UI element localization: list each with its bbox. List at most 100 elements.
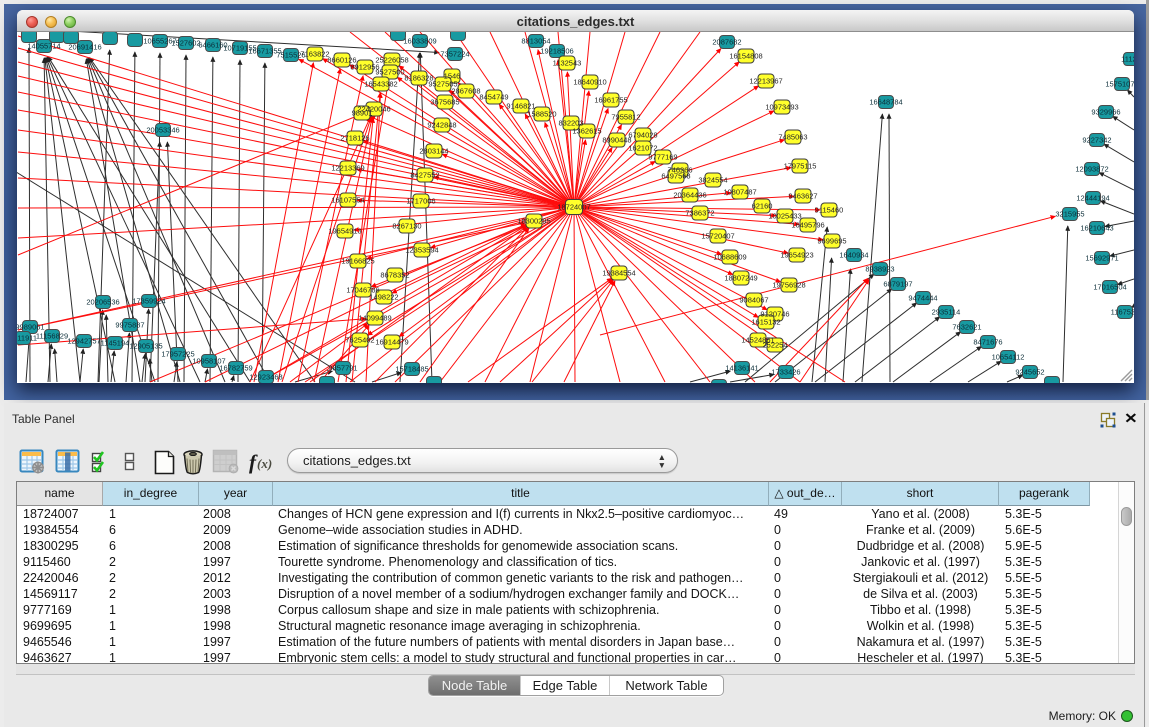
svg-text:20364436: 20364436 [673, 191, 706, 200]
svg-text:9527500: 9527500 [375, 68, 404, 77]
svg-text:6879197: 6879197 [883, 280, 912, 289]
svg-text:12353594: 12353594 [405, 246, 438, 255]
svg-text:10025433: 10025433 [768, 212, 801, 221]
svg-text:12905135: 12905135 [129, 342, 162, 351]
svg-text:12942757: 12942757 [67, 337, 100, 346]
svg-text:8678352: 8678352 [380, 271, 409, 280]
svg-text:14136141: 14136141 [725, 364, 758, 373]
svg-text:16210643: 16210643 [1080, 224, 1113, 233]
svg-text:9777169: 9777169 [648, 153, 677, 162]
svg-text:1588520: 1588520 [527, 110, 556, 119]
svg-text:9699695: 9699695 [817, 237, 846, 246]
svg-text:10973493: 10973493 [765, 103, 798, 112]
svg-text:6794028: 6794028 [628, 131, 657, 140]
svg-text:1167533: 1167533 [1111, 308, 1134, 317]
svg-text:1362615: 1362615 [572, 127, 601, 136]
svg-text:18300295: 18300295 [517, 217, 550, 226]
svg-text:2718126: 2718126 [340, 134, 369, 143]
svg-text:1145194: 1145194 [101, 339, 130, 348]
svg-text:18807249: 18807249 [724, 274, 757, 283]
svg-text:16782759: 16782759 [219, 364, 252, 373]
svg-text:10688609: 10688609 [713, 253, 746, 262]
svg-text:11156829: 11156829 [36, 332, 68, 341]
svg-text:10807487: 10807487 [723, 188, 756, 197]
svg-text:16961755: 16961755 [594, 96, 627, 105]
svg-text:9329966: 9329966 [1091, 108, 1120, 117]
svg-text:6497568: 6497568 [661, 172, 690, 181]
svg-text:8267130: 8267130 [392, 222, 421, 231]
svg-text:17957225: 17957225 [161, 350, 194, 359]
svg-text:3215955: 3215955 [1055, 210, 1084, 219]
svg-text:2087682: 2087682 [712, 38, 741, 47]
svg-text:16107554: 16107554 [331, 196, 364, 205]
svg-text:19166825: 19166825 [341, 257, 374, 266]
svg-text:7386372: 7386372 [685, 209, 714, 218]
svg-text:8990448: 8990448 [602, 136, 631, 145]
svg-text:7632621: 7632621 [952, 323, 981, 332]
svg-text:19654923: 19654923 [780, 251, 813, 260]
svg-text:15718485: 15718485 [395, 365, 428, 374]
svg-text:9227342: 9227342 [1082, 136, 1111, 145]
svg-text:20691416: 20691416 [68, 43, 101, 52]
svg-text:7955812: 7955812 [611, 113, 640, 122]
svg-text:8427552: 8427552 [410, 171, 439, 180]
svg-text:7485063: 7485063 [778, 133, 807, 142]
svg-text:1615132: 1615132 [751, 318, 780, 327]
svg-text:14055714: 14055714 [27, 42, 60, 51]
svg-text:252254: 252254 [762, 341, 787, 350]
svg-text:98901: 98901 [352, 109, 373, 118]
svg-text:12213967: 12213967 [749, 77, 782, 86]
svg-text:17359924: 17359924 [132, 297, 165, 306]
svg-text:12444194: 12444194 [1076, 194, 1109, 203]
svg-text:9989061: 9989061 [17, 323, 45, 332]
svg-text:1733426: 1733426 [771, 368, 800, 377]
svg-text:12213369: 12213369 [331, 164, 364, 173]
svg-text:62160: 62160 [752, 202, 773, 211]
svg-text:14099489: 14099489 [358, 314, 391, 323]
svg-text:19756928: 19756928 [772, 281, 805, 290]
svg-text:12923468: 12923468 [249, 373, 282, 382]
svg-text:3911911: 3911911 [17, 334, 37, 343]
svg-text:3824554: 3824554 [698, 176, 727, 185]
svg-text:9857791: 9857791 [328, 364, 357, 373]
svg-text:16914479: 16914479 [375, 338, 408, 347]
svg-text:1498222: 1498222 [369, 293, 398, 302]
svg-text:9242848: 9242848 [427, 121, 456, 130]
svg-text:7625402: 7625402 [345, 336, 374, 345]
svg-text:18640910: 18640910 [573, 78, 606, 87]
svg-text:1717006: 1717006 [406, 197, 435, 206]
svg-text:19654913: 19654913 [328, 227, 361, 236]
svg-text:25226058: 25226058 [375, 56, 408, 65]
svg-text:3675685: 3675685 [430, 98, 459, 107]
svg-text:20206536: 20206536 [86, 298, 119, 307]
svg-text:8471676: 8471676 [973, 338, 1002, 347]
svg-text:1527602: 1527602 [171, 39, 200, 48]
svg-text:9463627: 9463627 [788, 192, 817, 201]
svg-text:9474444: 9474444 [908, 294, 937, 303]
svg-text:12093872: 12093872 [1075, 165, 1108, 174]
svg-text:17975115: 17975115 [784, 162, 817, 171]
svg-text:16543382: 16543382 [364, 80, 397, 89]
svg-text:9975887: 9975887 [115, 321, 144, 330]
svg-text:16495796: 16495796 [791, 221, 824, 230]
svg-text:9245652: 9245652 [1015, 368, 1044, 377]
svg-text:9084067: 9084067 [739, 296, 768, 305]
svg-text:(x): (x) [257, 456, 272, 471]
svg-text:1621072: 1621072 [628, 144, 657, 153]
svg-text:1640934: 1640934 [839, 251, 868, 260]
svg-text:2935114: 2935114 [932, 308, 961, 317]
svg-text:2803144: 2803144 [419, 147, 448, 156]
svg-text:2867608: 2867608 [451, 87, 480, 96]
svg-text:8938923: 8938923 [865, 265, 894, 274]
svg-text:8454749: 8454749 [479, 93, 508, 102]
svg-text:16154808: 16154808 [729, 52, 762, 61]
svg-text:15751074: 15751074 [1105, 80, 1134, 89]
svg-text:17016504: 17016504 [1093, 283, 1126, 292]
svg-text:1132543: 1132543 [553, 59, 582, 68]
svg-text:7163822: 7163822 [300, 50, 329, 59]
svg-text:8813054: 8813054 [521, 37, 550, 46]
svg-text:19384554: 19384554 [602, 269, 635, 278]
svg-text:18724007: 18724007 [557, 203, 590, 212]
svg-text:11123: 11123 [1121, 55, 1134, 64]
svg-text:20053346: 20053346 [146, 126, 179, 135]
